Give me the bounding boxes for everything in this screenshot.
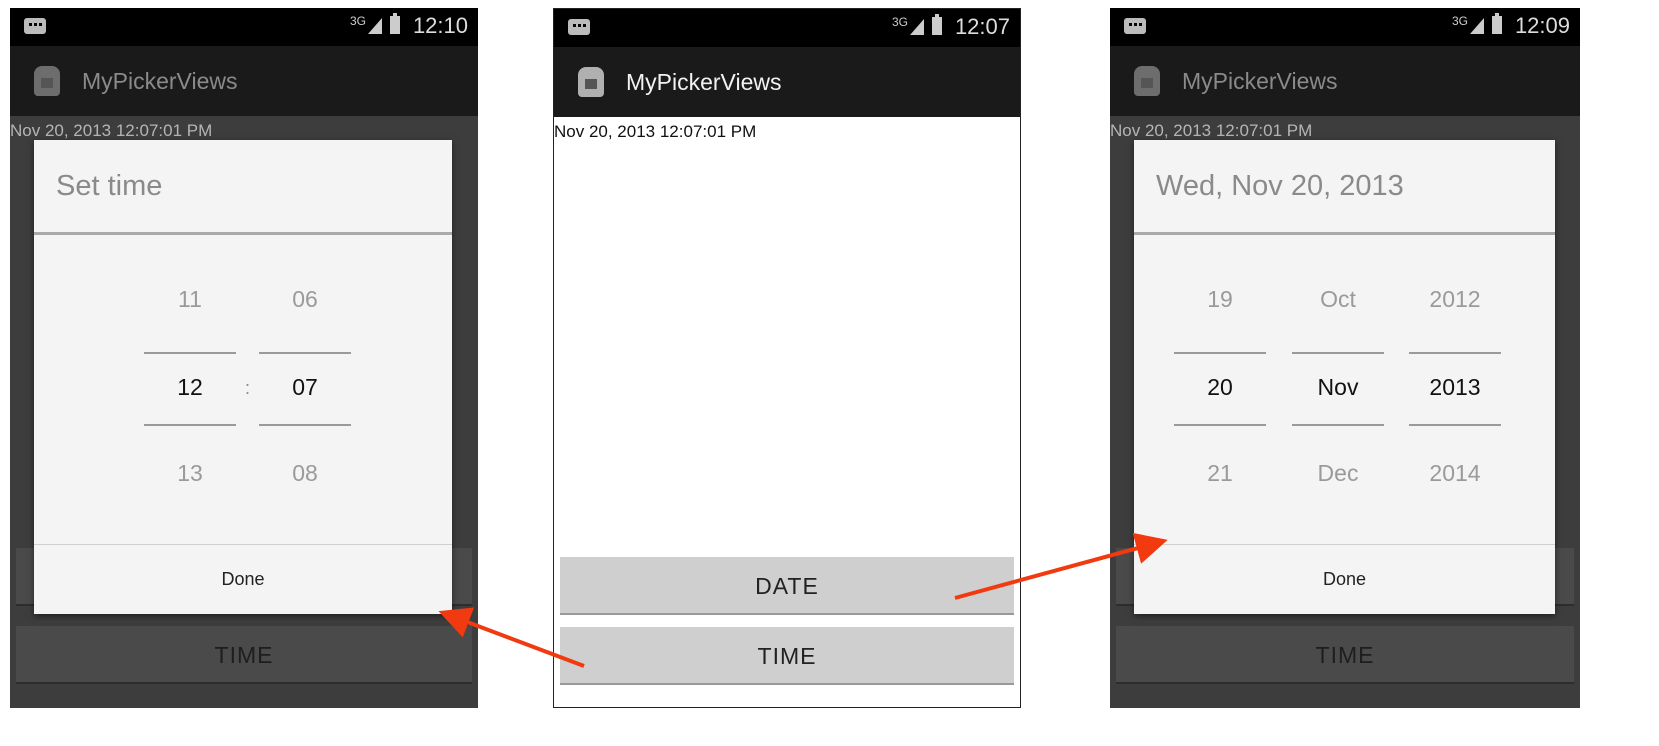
time-button[interactable]: TIME (16, 626, 472, 684)
content-area: Nov 20, 2013 12:07:01 PM DATE TIME (554, 117, 1020, 707)
month-picker[interactable]: Oct Nov Dec (1292, 140, 1384, 544)
android-app-icon (578, 67, 604, 97)
app-title: MyPickerViews (1182, 68, 1338, 94)
datetime-text: Nov 20, 2013 12:07:01 PM (554, 122, 757, 141)
android-app-icon (34, 66, 60, 96)
picker-line (1174, 424, 1266, 426)
network-type: 3G (891, 15, 908, 29)
network-type: 3G (349, 14, 366, 28)
battery-icon (1492, 13, 1502, 34)
time-button[interactable]: TIME (560, 627, 1014, 685)
date-picker-dialog: Wed, Nov 20, 2013 19 20 21 Oct Nov Dec 2… (1134, 140, 1555, 614)
message-notification-icon (24, 18, 46, 34)
day-picker[interactable]: 19 20 21 (1174, 140, 1266, 544)
minute-next[interactable]: 08 (259, 460, 351, 487)
year-current[interactable]: 2013 (1409, 374, 1501, 401)
message-notification-icon (1124, 18, 1146, 34)
app-title: MyPickerViews (626, 69, 782, 95)
minute-prev[interactable]: 06 (259, 286, 351, 313)
status-clock: 12:09 (1514, 13, 1570, 38)
time-button[interactable]: TIME (1116, 626, 1574, 684)
minute-picker[interactable]: 06 07 08 (259, 140, 351, 544)
android-app-icon (1134, 66, 1160, 96)
hour-prev[interactable]: 11 (144, 286, 236, 313)
action-bar: MyPickerViews (1110, 46, 1580, 116)
signal-icon (910, 19, 924, 35)
time-picker-dialog: Set time 11 12 13 : 06 07 08 Done (34, 140, 452, 614)
phone-main-screen: 3G 12:07 MyPickerViews Nov 20, 2013 12:0… (553, 8, 1021, 708)
status-bar: 3G 12:10 (10, 8, 478, 46)
status-clock: 12:07 (954, 14, 1010, 39)
signal-icon (1470, 18, 1484, 34)
picker-line (144, 352, 236, 354)
day-prev[interactable]: 19 (1174, 286, 1266, 313)
picker-line (1292, 352, 1384, 354)
month-current[interactable]: Nov (1292, 374, 1384, 401)
time-separator: : (245, 378, 251, 398)
year-next[interactable]: 2014 (1409, 460, 1501, 487)
phone-date-picker: 3G 12:09 MyPickerViews Nov 20, 2013 12:0… (1110, 8, 1580, 708)
picker-line (259, 352, 351, 354)
status-bar: 3G 12:07 (554, 9, 1020, 47)
year-picker[interactable]: 2012 2013 2014 (1409, 140, 1501, 544)
day-next[interactable]: 21 (1174, 460, 1266, 487)
signal-icon (368, 18, 382, 34)
done-button[interactable]: Done (1134, 545, 1555, 614)
app-title: MyPickerViews (82, 68, 238, 94)
network-type: 3G (1451, 14, 1468, 28)
minute-current[interactable]: 07 (259, 374, 351, 401)
status-clock: 12:10 (412, 13, 468, 38)
month-next[interactable]: Dec (1292, 460, 1384, 487)
phone-time-picker: 3G 12:10 MyPickerViews Nov 20, 2013 12:0… (10, 8, 478, 708)
action-bar: MyPickerViews (10, 46, 478, 116)
battery-icon (932, 14, 942, 35)
action-bar: MyPickerViews (554, 47, 1020, 117)
battery-icon (390, 13, 400, 34)
message-notification-icon (568, 19, 590, 35)
hour-current[interactable]: 12 (144, 374, 236, 401)
day-current[interactable]: 20 (1174, 374, 1266, 401)
done-button[interactable]: Done (34, 545, 452, 614)
picker-line (1292, 424, 1384, 426)
dialog-divider (34, 232, 452, 235)
picker-line (259, 424, 351, 426)
picker-line (1409, 352, 1501, 354)
hour-picker[interactable]: 11 12 13 (144, 140, 236, 544)
datetime-text: Nov 20, 2013 12:07:01 PM (1110, 121, 1313, 140)
picker-line (144, 424, 236, 426)
hour-next[interactable]: 13 (144, 460, 236, 487)
picker-line (1174, 352, 1266, 354)
date-button[interactable]: DATE (560, 557, 1014, 615)
datetime-text: Nov 20, 2013 12:07:01 PM (10, 121, 213, 140)
status-bar: 3G 12:09 (1110, 8, 1580, 46)
month-prev[interactable]: Oct (1292, 286, 1384, 313)
picker-line (1409, 424, 1501, 426)
year-prev[interactable]: 2012 (1409, 286, 1501, 313)
